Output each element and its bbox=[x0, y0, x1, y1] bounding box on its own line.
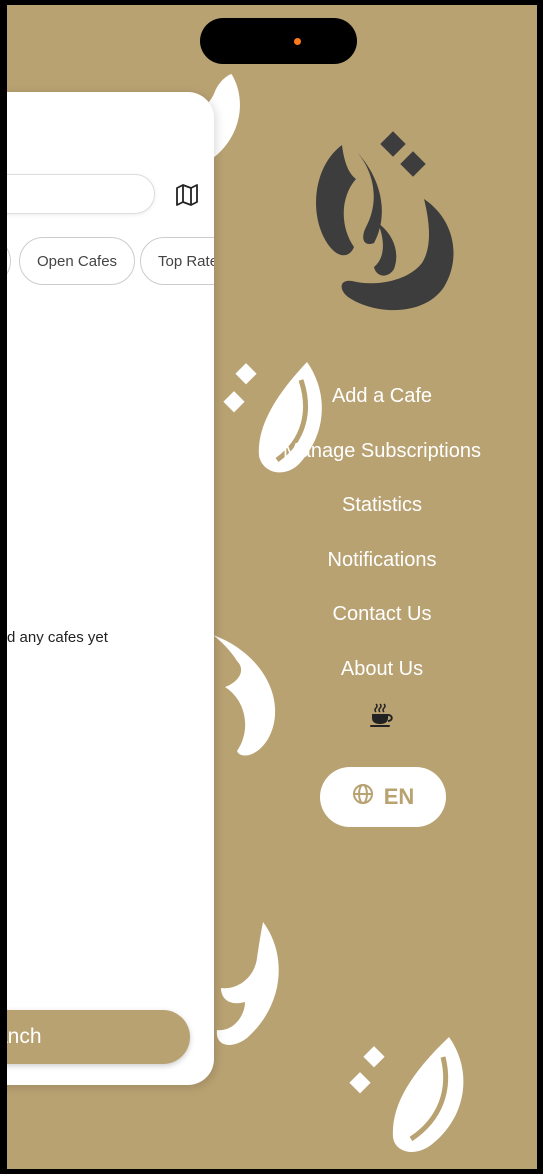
dynamic-island bbox=[200, 18, 357, 64]
camera-indicator bbox=[294, 38, 301, 45]
app-screen: Open Cafes Top Rated d any cafes yet Bra… bbox=[7, 5, 537, 1169]
menu-item-manage-subscriptions[interactable]: Manage Subscriptions bbox=[247, 432, 517, 487]
menu-item-notifications[interactable]: Notifications bbox=[247, 541, 517, 596]
language-label: EN bbox=[383, 784, 415, 809]
add-branch-button[interactable]: Branch bbox=[7, 1010, 190, 1064]
map-icon[interactable] bbox=[175, 184, 199, 206]
leaf-decoration-icon bbox=[387, 1035, 472, 1155]
menu-item-contact-us[interactable]: Contact Us bbox=[247, 595, 517, 650]
filter-chip[interactable] bbox=[7, 237, 11, 285]
menu-item-add-cafe[interactable]: Add a Cafe bbox=[247, 377, 517, 432]
side-menu: Add a Cafe Manage Subscriptions Statisti… bbox=[247, 377, 517, 705]
leaf-decoration-icon bbox=[207, 920, 287, 1050]
menu-item-statistics[interactable]: Statistics bbox=[247, 486, 517, 541]
globe-icon bbox=[352, 783, 374, 811]
coffee-cup-icon bbox=[369, 702, 395, 728]
brand-logo-icon bbox=[304, 127, 462, 312]
filter-chip-open-cafes[interactable]: Open Cafes bbox=[19, 237, 135, 285]
menu-item-about-us[interactable]: About Us bbox=[247, 650, 517, 705]
empty-state-message: d any cafes yet bbox=[7, 629, 108, 646]
main-content-panel[interactable]: Open Cafes Top Rated d any cafes yet Bra… bbox=[7, 92, 214, 1085]
language-toggle-button[interactable]: EN bbox=[320, 767, 446, 827]
filter-chip-top-rated[interactable]: Top Rated bbox=[140, 237, 214, 285]
search-input[interactable] bbox=[7, 174, 155, 214]
